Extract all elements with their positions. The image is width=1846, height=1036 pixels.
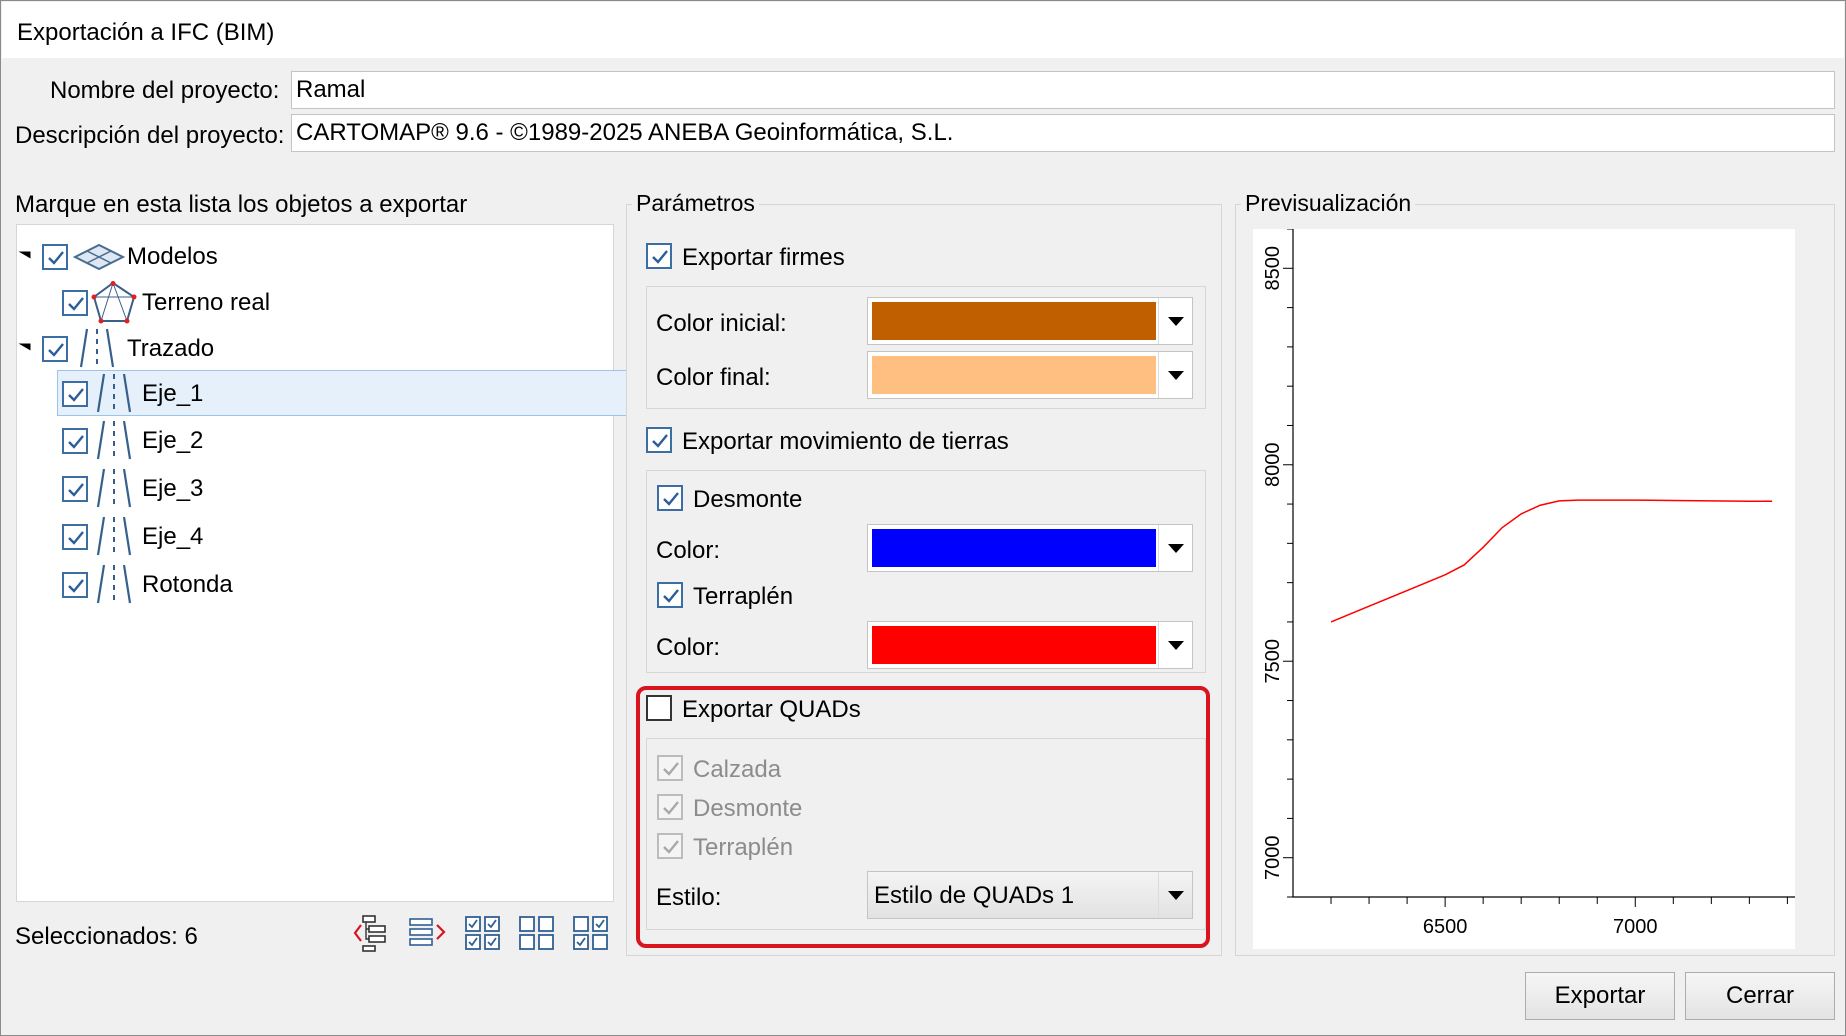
objects-tree[interactable]: Modelos Terreno real Trazado Eje_1 Eje_2… (16, 224, 627, 902)
desmonte-color-picker[interactable] (867, 524, 1193, 572)
series-line (1330, 499, 1773, 623)
tree-item-terreno-real[interactable]: Terreno real (17, 279, 613, 325)
y-tick-label: 7500 (1262, 639, 1284, 684)
checkbox-eje-3[interactable] (62, 476, 88, 502)
params-header: Parámetros (632, 190, 759, 217)
color-inicial-picker[interactable] (867, 297, 1193, 345)
project-name-label: Nombre del proyecto: (50, 77, 280, 104)
models-icon (73, 243, 125, 271)
terraplen-color-picker[interactable] (867, 621, 1193, 669)
tree-item-label: Trazado (127, 335, 215, 362)
tree-item-label: Eje_3 (142, 475, 204, 502)
y-tick-label: 8000 (1262, 443, 1284, 488)
road-icon (96, 420, 132, 460)
tree-item-modelos[interactable]: Modelos (17, 233, 613, 279)
tree-item-label: Eje_1 (142, 380, 204, 407)
desmonte-checkbox[interactable] (657, 485, 683, 511)
desmonte-color-label: Color: (656, 537, 721, 564)
y-tick-label: 8500 (1262, 246, 1284, 291)
close-button[interactable]: Cerrar (1685, 972, 1835, 1020)
color-swatch (872, 529, 1156, 567)
checkbox-terreno-real[interactable] (62, 290, 88, 316)
preview-chart-svg: 7000 7500 8000 8500 6500 7000 (1262, 228, 1795, 938)
chevron-down-icon[interactable] (1158, 298, 1192, 344)
uncheck-all-icon[interactable] (517, 913, 557, 953)
y-ticks (1283, 228, 1293, 898)
quads-highlight-frame (636, 686, 1210, 948)
objects-list-header: Marque en esta lista los objetos a expor… (15, 191, 468, 218)
road-icon (96, 373, 132, 413)
tree-item-trazado[interactable]: Trazado (17, 325, 613, 371)
tree-item-label: Terreno real (142, 289, 271, 316)
color-swatch (872, 302, 1156, 340)
terraplen-label: Terraplén (693, 583, 794, 610)
tree-item-label: Eje_4 (142, 523, 204, 550)
terrain-icon (91, 281, 137, 324)
road-icon (79, 328, 115, 368)
checkbox-trazado[interactable] (42, 336, 68, 362)
y-tick-labels: 7000 7500 8000 8500 (1262, 246, 1284, 880)
checkbox-modelos[interactable] (42, 244, 68, 270)
chart-series (1330, 499, 1773, 623)
checkbox-eje-2[interactable] (62, 428, 88, 454)
collapse-arrow-icon[interactable] (18, 343, 31, 351)
y-tick-label: 7000 (1262, 835, 1284, 880)
preview-header: Previsualización (1241, 190, 1416, 217)
x-tick-label: 7000 (1613, 916, 1658, 938)
export-firmes-label: Exportar firmes (682, 244, 845, 271)
export-tierras-label: Exportar movimiento de tierras (682, 428, 1009, 455)
tree-item-label: Eje_2 (142, 427, 204, 454)
checkbox-eje-1[interactable] (62, 381, 88, 407)
color-swatch (872, 356, 1156, 394)
preview-chart[interactable]: 7000 7500 8000 8500 6500 7000 (1253, 228, 1795, 949)
desmonte-label: Desmonte (693, 486, 803, 513)
x-tick-labels: 6500 7000 (1423, 916, 1658, 938)
chevron-down-icon[interactable] (1158, 352, 1192, 398)
chevron-down-icon[interactable] (1158, 622, 1192, 668)
project-description-field[interactable]: CARTOMAP® 9.6 - ©1989-2025 ANEBA Geoinfo… (291, 114, 1835, 152)
tree-item-eje-3[interactable]: Eje_3 (17, 466, 613, 512)
terraplen-checkbox[interactable] (657, 582, 683, 608)
color-swatch (872, 626, 1156, 664)
tree-item-rotonda[interactable]: Rotonda (17, 562, 613, 608)
terraplen-color-label: Color: (656, 634, 721, 661)
road-icon (96, 564, 132, 604)
road-icon (96, 468, 132, 508)
export-button[interactable]: Exportar (1525, 972, 1675, 1020)
color-final-picker[interactable] (867, 351, 1193, 399)
color-inicial-label: Color inicial: (656, 310, 787, 337)
invert-check-icon[interactable] (571, 913, 611, 953)
export-ifc-dialog: Exportación a IFC (BIM) Nombre del proye… (0, 0, 1846, 1036)
x-ticks (1330, 897, 1788, 907)
tree-item-eje-1[interactable]: Eje_1 (57, 370, 627, 416)
tree-item-eje-4[interactable]: Eje_4 (17, 514, 613, 560)
checkbox-eje-4[interactable] (62, 524, 88, 550)
chart-axes (1292, 229, 1795, 898)
project-name-field[interactable]: Ramal (291, 71, 1835, 109)
collapse-tree-icon[interactable] (353, 913, 393, 953)
road-icon (96, 516, 132, 556)
project-description-label: Descripción del proyecto: (15, 122, 285, 149)
checkbox-rotonda[interactable] (62, 572, 88, 598)
tree-item-label: Rotonda (142, 571, 233, 598)
tree-item-eje-2[interactable]: Eje_2 (17, 418, 613, 464)
check-all-icon[interactable] (463, 913, 503, 953)
color-final-label: Color final: (656, 364, 771, 391)
tree-item-label: Modelos (127, 243, 218, 270)
collapse-arrow-icon[interactable] (18, 251, 31, 259)
export-tierras-checkbox[interactable] (646, 427, 672, 453)
title-bar: Exportación a IFC (BIM) (2, 2, 1844, 58)
window-title: Exportación a IFC (BIM) (17, 19, 275, 46)
expand-tree-icon[interactable] (407, 913, 447, 953)
export-firmes-checkbox[interactable] (646, 243, 672, 269)
selected-count: Seleccionados: 6 (15, 923, 198, 950)
chevron-down-icon[interactable] (1158, 525, 1192, 571)
x-tick-label: 6500 (1423, 916, 1468, 938)
